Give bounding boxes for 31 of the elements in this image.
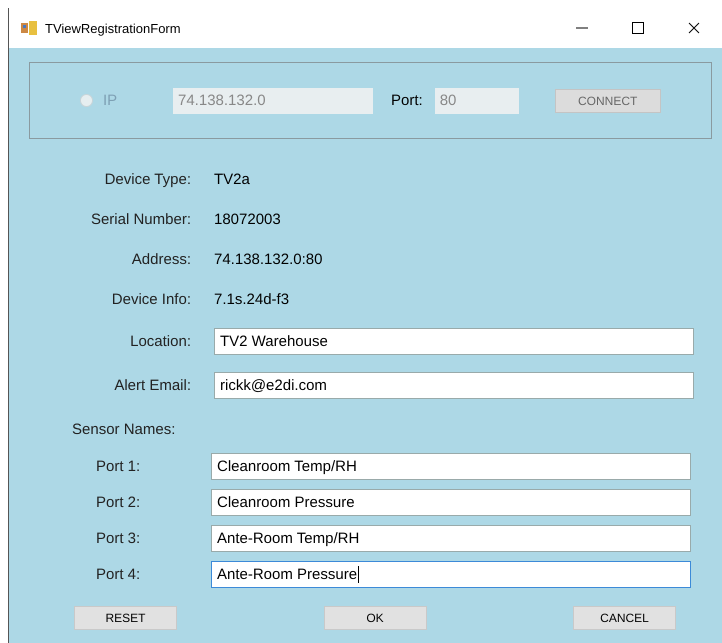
section-heading: Sensor Names:	[72, 421, 176, 438]
info-label: Serial Number:	[90, 210, 191, 228]
info-value: 18072003	[214, 210, 281, 228]
port-label: Port 1:	[96, 458, 142, 474]
port-label: Port 2:	[96, 494, 142, 510]
text-field[interactable]: rickk@e2di.com	[214, 372, 694, 398]
field-label: Location:	[130, 332, 191, 350]
window-title: TViewRegistrationForm	[45, 20, 182, 36]
info-label: Address:	[132, 250, 191, 268]
info-label: Device Info:	[112, 290, 191, 308]
dialog-button[interactable]: RESET	[74, 606, 177, 630]
text-field[interactable]: TV2 Warehouse	[214, 328, 694, 354]
field-label: Alert Email:	[114, 376, 191, 394]
dialog-button[interactable]: CANCEL	[573, 606, 676, 630]
info-label: Device Type:	[104, 170, 191, 188]
port-label: Port 3:	[96, 530, 142, 546]
port-label: Port:	[391, 92, 423, 109]
port-label: Port 4:	[96, 566, 142, 582]
info-value: 7.1s.24d-f3	[214, 290, 290, 308]
minimize-icon[interactable]	[576, 27, 588, 29]
close-icon[interactable]	[688, 22, 700, 34]
sensor-name-field[interactable]: Ante-Room Pressure	[211, 560, 691, 588]
sensor-name-field[interactable]: Ante-Room Temp/RH	[211, 524, 691, 552]
info-value: 74.138.132.0:80	[214, 250, 322, 268]
dialog-button[interactable]: OK	[324, 606, 426, 630]
app-icon	[21, 21, 37, 35]
sensor-name-field[interactable]: Cleanroom Temp/RH	[211, 452, 691, 480]
sensor-name-field[interactable]: Cleanroom Pressure	[211, 488, 691, 516]
info-value: TV2a	[214, 170, 250, 188]
maximize-icon[interactable]	[632, 22, 644, 34]
ip-label: IP	[103, 92, 118, 109]
